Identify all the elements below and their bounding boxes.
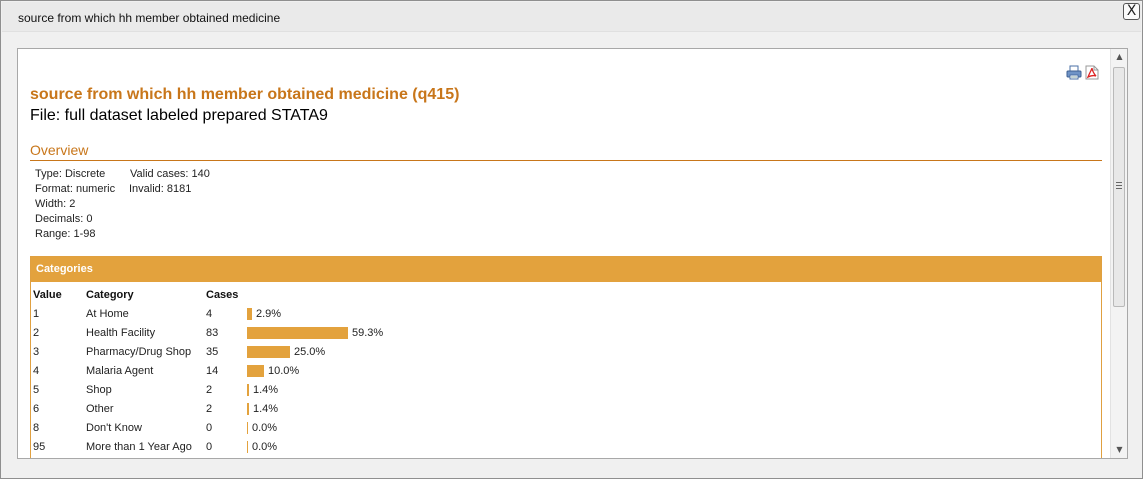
grip-icon	[1116, 182, 1122, 191]
category-value: 95	[33, 441, 46, 453]
dialog-titlebar[interactable]: source from which hh member obtained med…	[2, 2, 1141, 32]
category-bar	[247, 308, 252, 320]
category-bar	[247, 327, 348, 339]
categories-heading: Categories	[31, 257, 1101, 282]
category-value: 3	[33, 346, 40, 358]
category-percent: 10.0%	[268, 365, 300, 377]
category-bar	[247, 441, 248, 453]
stat-decimals: Decimals: 0	[35, 213, 93, 225]
category-label: Shop	[86, 384, 112, 396]
overview-stats: Type: Discrete Valid cases: 140 Format: …	[35, 167, 210, 242]
scrollbar-thumb[interactable]	[1113, 67, 1125, 307]
stat-type: Type: Discrete	[35, 168, 106, 180]
category-bar	[247, 384, 249, 396]
column-header-category: Category	[86, 289, 134, 301]
category-label: At Home	[86, 308, 129, 320]
close-button[interactable]: X	[1123, 3, 1140, 20]
category-cases: 14	[206, 365, 219, 377]
overview-heading: Overview	[30, 142, 89, 158]
category-value: 6	[33, 403, 40, 415]
file-line: File: full dataset labeled prepared STAT…	[30, 107, 328, 124]
pdf-icon[interactable]	[1085, 65, 1099, 80]
stat-invalid: Invalid: 8181	[129, 183, 192, 195]
category-cases: 0	[206, 422, 213, 434]
category-cases: 0	[206, 441, 213, 453]
scroll-down-arrow-icon[interactable]: ▼	[1114, 444, 1125, 456]
overview-divider	[30, 160, 1102, 161]
export-toolbar	[1066, 65, 1102, 81]
category-cases: 2	[206, 403, 213, 415]
dialog-window: source from which hh member obtained med…	[0, 0, 1143, 479]
scroll-up-arrow-icon[interactable]: ▲	[1114, 51, 1125, 63]
category-label: Other	[86, 403, 114, 415]
dialog-body: source from which hh member obtained med…	[2, 33, 1141, 478]
stat-range: Range: 1-98	[35, 228, 96, 240]
categories-section: Categories Value Category Cases 1 At Home…	[30, 256, 1102, 458]
category-label: More than 1 Year Ago	[86, 441, 192, 453]
column-header-value: Value	[33, 289, 62, 301]
category-percent: 0.0%	[252, 441, 278, 453]
category-label: Pharmacy/Drug Shop	[86, 346, 192, 358]
variable-panel: source from which hh member obtained med…	[17, 48, 1128, 459]
category-percent: 25.0%	[294, 346, 326, 358]
category-value: 8	[33, 422, 40, 434]
category-cases: 35	[206, 346, 219, 358]
category-value: 2	[33, 327, 40, 339]
category-percent: 2.9%	[256, 308, 282, 320]
category-percent: 1.4%	[253, 384, 279, 396]
category-label: Malaria Agent	[86, 365, 154, 377]
vertical-scrollbar[interactable]: ▲ ▼	[1110, 49, 1127, 458]
variable-title: source from which hh member obtained med…	[30, 86, 460, 103]
category-value: 5	[33, 384, 40, 396]
category-cases: 83	[206, 327, 219, 339]
stat-format: Format: numeric	[35, 183, 116, 195]
category-percent: 0.0%	[252, 422, 278, 434]
dialog-title: source from which hh member obtained med…	[18, 11, 281, 25]
category-bar	[247, 422, 248, 434]
category-percent: 1.4%	[253, 403, 279, 415]
panel-content: source from which hh member obtained med…	[30, 49, 1102, 458]
category-bar	[247, 346, 290, 358]
print-icon[interactable]	[1066, 65, 1082, 80]
category-label: Don't Know	[86, 422, 142, 434]
category-bar	[247, 365, 264, 377]
stat-valid-cases: Valid cases: 140	[130, 168, 210, 180]
category-bar	[247, 403, 249, 415]
category-value: 4	[33, 365, 40, 377]
category-label: Health Facility	[86, 327, 156, 339]
category-cases: 4	[206, 308, 213, 320]
category-percent: 59.3%	[352, 327, 384, 339]
column-header-cases: Cases	[206, 289, 239, 301]
stat-width: Width: 2	[35, 198, 76, 210]
category-value: 1	[33, 308, 40, 320]
category-cases: 2	[206, 384, 213, 396]
